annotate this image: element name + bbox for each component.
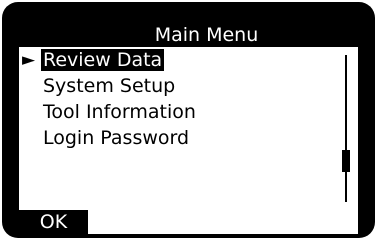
- main-menu: ► Review Data System Setup Tool Informat…: [19, 47, 319, 151]
- pointer-right-icon: ►: [22, 50, 36, 70]
- ok-softkey-button[interactable]: OK: [19, 210, 88, 235]
- menu-item-login-password[interactable]: Login Password: [19, 125, 319, 151]
- menu-item-label: Login Password: [43, 127, 190, 149]
- menu-item-review-data[interactable]: ► Review Data: [19, 47, 319, 73]
- menu-item-label: Review Data: [41, 49, 165, 71]
- menu-item-label: System Setup: [43, 75, 176, 97]
- menu-item-system-setup[interactable]: System Setup: [19, 73, 319, 99]
- menu-item-label: Tool Information: [43, 101, 196, 123]
- lcd-screen: Main Menu ► Review Data System Setup Too…: [18, 22, 360, 235]
- scrollbar-thumb[interactable]: [342, 150, 350, 172]
- scrollbar-track[interactable]: [345, 55, 347, 202]
- menu-item-tool-information[interactable]: Tool Information: [19, 99, 319, 125]
- device-bezel: Main Menu ► Review Data System Setup Too…: [2, 2, 375, 238]
- menu-title: Main Menu: [19, 23, 360, 47]
